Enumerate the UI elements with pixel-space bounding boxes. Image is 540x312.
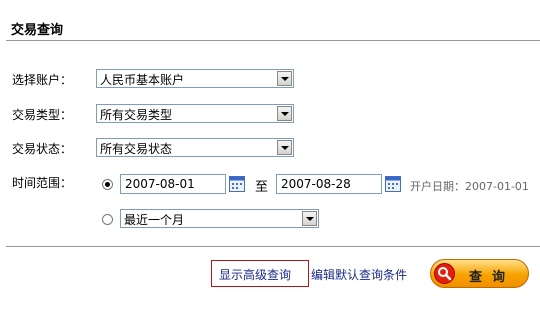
form-divider [6,246,540,247]
title-divider [6,40,540,41]
status-select-value: 所有交易状态 [100,142,173,156]
type-label: 交易类型： [12,108,73,122]
account-select-value: 人民币基本账户 [100,73,185,87]
search-icon [434,263,455,284]
chevron-down-icon[interactable] [277,140,292,155]
preset-range-value: 最近一个月 [124,213,185,227]
open-date-hint: 开户日期：2007-01-01 [410,180,529,193]
status-label: 交易状态： [12,142,73,156]
start-date-value: 2007-08-01 [125,177,195,191]
calendar-icon[interactable] [385,176,401,192]
preset-range-radio[interactable] [102,214,113,225]
show-advanced-query-link[interactable]: 显示高级查询 [219,266,291,283]
end-date-value: 2007-08-28 [281,177,351,191]
custom-range-radio[interactable] [102,179,113,190]
calendar-icon[interactable] [229,176,245,192]
account-select[interactable]: 人民币基本账户 [96,69,294,88]
time-range-label: 时间范围： [12,176,73,190]
chevron-down-icon[interactable] [302,211,317,226]
date-to-label: 至 [255,180,269,195]
account-label: 选择账户： [12,73,73,87]
query-button-label: 查询 [469,270,516,285]
page-title: 交易查询 [11,23,64,38]
chevron-down-icon[interactable] [277,71,292,86]
query-button[interactable]: 查询 [430,259,529,288]
status-select[interactable]: 所有交易状态 [96,138,294,157]
type-select[interactable]: 所有交易类型 [96,104,294,123]
end-date-input[interactable]: 2007-08-28 [276,174,382,194]
edit-default-conditions-link[interactable]: 编辑默认查询条件 [311,266,407,283]
preset-range-select[interactable]: 最近一个月 [120,209,319,228]
chevron-down-icon[interactable] [277,106,292,121]
start-date-input[interactable]: 2007-08-01 [120,174,226,194]
type-select-value: 所有交易类型 [100,108,173,122]
